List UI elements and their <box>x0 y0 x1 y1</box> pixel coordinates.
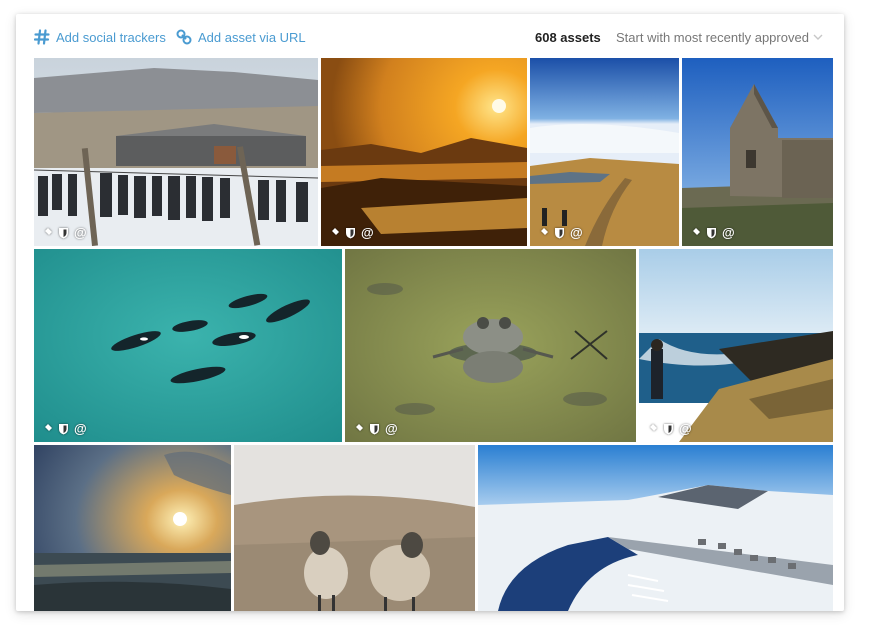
sort-select-value: Start with most recently approved <box>616 30 809 45</box>
shield-icon[interactable] <box>369 423 380 435</box>
chevron-down-icon <box>812 31 824 46</box>
asset-thumbnail <box>34 445 231 611</box>
pin-icon[interactable] <box>689 227 701 239</box>
asset-thumbnail <box>345 249 636 442</box>
asset-count: 608 assets <box>535 30 601 45</box>
asset-panel: Add social trackers Add asset via URL 60… <box>16 14 844 611</box>
pin-icon[interactable] <box>646 423 658 435</box>
shield-icon[interactable] <box>663 423 674 435</box>
shield-icon[interactable] <box>345 227 356 239</box>
mention-icon[interactable]: @ <box>570 226 583 239</box>
asset-thumbnail <box>34 58 318 246</box>
shield-icon[interactable] <box>58 423 69 435</box>
tile-icons: @ <box>328 226 374 239</box>
asset-tile[interactable] <box>478 445 833 611</box>
asset-thumbnail <box>34 249 342 442</box>
tile-icons: @ <box>646 422 692 435</box>
tile-icons: @ <box>41 226 87 239</box>
asset-thumbnail <box>234 445 475 611</box>
pin-icon[interactable] <box>41 423 53 435</box>
asset-tile[interactable]: @ <box>34 58 318 246</box>
sort-select[interactable]: Start with most recently approved <box>616 30 823 45</box>
tile-icons: @ <box>41 422 87 435</box>
add-asset-url-label: Add asset via URL <box>198 29 306 45</box>
asset-tile[interactable]: @ <box>345 249 636 442</box>
add-asset-url-button[interactable]: Add asset via URL <box>176 29 306 45</box>
pin-icon[interactable] <box>328 227 340 239</box>
mention-icon[interactable]: @ <box>722 226 735 239</box>
asset-tile[interactable]: @ <box>639 249 833 442</box>
link-icon <box>176 29 192 45</box>
hash-icon <box>34 29 50 45</box>
shield-icon[interactable] <box>554 227 565 239</box>
asset-tile[interactable]: @ <box>321 58 527 246</box>
tile-icons: @ <box>537 226 583 239</box>
shield-icon[interactable] <box>706 227 717 239</box>
asset-tile[interactable]: @ <box>530 58 679 246</box>
pin-icon[interactable] <box>352 423 364 435</box>
asset-tile[interactable]: @ <box>682 58 833 246</box>
asset-thumbnail <box>682 58 833 246</box>
asset-tile[interactable] <box>34 445 231 611</box>
mention-icon[interactable]: @ <box>679 422 692 435</box>
asset-thumbnail <box>478 445 833 611</box>
pin-icon[interactable] <box>41 227 53 239</box>
mention-icon[interactable]: @ <box>385 422 398 435</box>
shield-icon[interactable] <box>58 227 69 239</box>
mention-icon[interactable]: @ <box>74 422 87 435</box>
mention-icon[interactable]: @ <box>74 226 87 239</box>
tile-icons: @ <box>352 422 398 435</box>
asset-tile[interactable] <box>234 445 475 611</box>
asset-tile[interactable]: @ <box>34 249 342 442</box>
asset-thumbnail <box>321 58 527 246</box>
tile-icons: @ <box>689 226 735 239</box>
mention-icon[interactable]: @ <box>361 226 374 239</box>
add-social-trackers-button[interactable]: Add social trackers <box>34 29 166 45</box>
asset-thumbnail <box>639 249 833 442</box>
asset-toolbar: Add social trackers Add asset via URL 60… <box>16 14 844 58</box>
pin-icon[interactable] <box>537 227 549 239</box>
add-social-trackers-label: Add social trackers <box>56 29 166 45</box>
asset-thumbnail <box>530 58 679 246</box>
